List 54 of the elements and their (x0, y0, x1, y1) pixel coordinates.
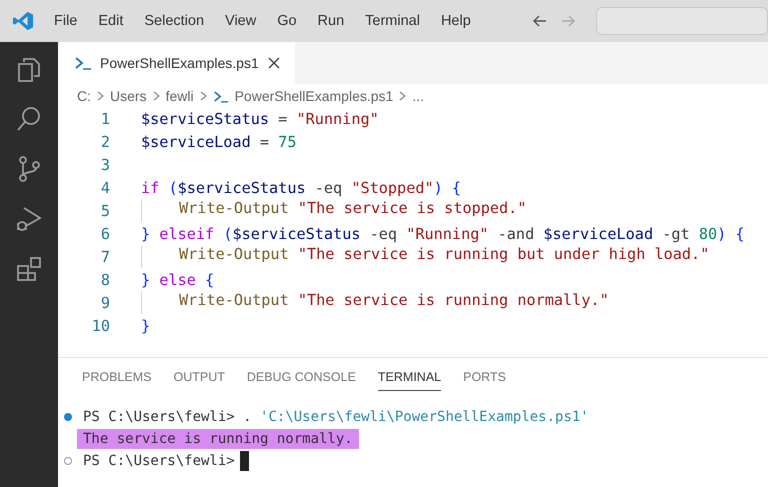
breadcrumb[interactable]: Users (110, 88, 147, 104)
terminal-output: The service is running normally. (77, 429, 359, 449)
line-number: 3 (100, 156, 110, 174)
panel-tab[interactable]: DEBUG CONSOLE (246, 370, 356, 391)
line-number: 8 (100, 270, 110, 288)
terminal-prompt-icon (74, 56, 92, 70)
breadcrumb[interactable]: ... (412, 88, 424, 104)
menu-item[interactable]: View (225, 13, 256, 29)
search-field[interactable] (596, 7, 768, 35)
app-logo-icon (12, 10, 34, 32)
line-number: 6 (100, 224, 110, 242)
line-number: 4 (100, 178, 110, 196)
panel-tab[interactable]: PROBLEMS (82, 370, 152, 391)
code-line: $serviceStatus = "Running" (141, 110, 379, 128)
code-line: } elseif ($serviceStatus -eq "Running" -and $serviceLoad -gt 80) { (141, 224, 745, 242)
line-number: 5 (100, 202, 110, 220)
chevron-icon (200, 91, 207, 101)
menu-item[interactable]: Run (318, 13, 344, 29)
line-number: 10 (90, 316, 110, 334)
code-line: if ($serviceStatus -eq "Stopped") { (141, 178, 462, 196)
menu-item[interactable]: File (54, 13, 78, 29)
chevron-icon (399, 91, 406, 101)
code-line: Write-Output "The service is stopped." (179, 199, 526, 219)
panel-tab[interactable]: PORTS (463, 370, 506, 391)
terminal-command: . (242, 409, 253, 425)
menu-item[interactable]: Terminal (365, 13, 420, 29)
back-arrow-icon[interactable] (532, 13, 548, 29)
line-number: 7 (100, 248, 110, 266)
line-number: 9 (100, 294, 110, 312)
terminal-prompt: PS C:\Users\fewli> (83, 409, 235, 425)
code-line: } else { (141, 270, 214, 288)
menu-item[interactable]: Go (277, 13, 297, 29)
terminal-prompt: PS C:\Users\fewli> (83, 453, 235, 469)
menu-item[interactable]: Selection (144, 13, 204, 29)
breadcrumb[interactable]: PowerShellExamples.ps1 (234, 88, 394, 104)
editor-tab[interactable]: PowerShellExamples.ps1 (58, 42, 295, 84)
line-number: 2 (100, 132, 110, 150)
code-line: Write-Output "The service is running but under high load." (179, 245, 710, 265)
code-line: } (141, 316, 150, 334)
terminal-prompt-icon (212, 90, 229, 102)
close-icon[interactable] (266, 56, 281, 70)
panel-tab[interactable]: TERMINAL (378, 370, 442, 391)
chevron-icon (152, 91, 160, 101)
breadcrumb[interactable]: fewli (166, 88, 194, 104)
line-number: 1 (100, 110, 110, 128)
panel-tab[interactable]: OUTPUT (173, 370, 225, 391)
menu-item[interactable]: Edit (98, 13, 124, 29)
code-line: Write-Output "The service is running normally." (179, 291, 609, 311)
menu-item[interactable]: Help (440, 13, 471, 29)
extensions-icon[interactable] (14, 254, 44, 284)
breadcrumb[interactable]: C: (77, 88, 91, 104)
terminal-argument: 'C:\Users\fewli\PowerShellExamples.ps1' (260, 409, 589, 425)
chevron-icon (97, 91, 104, 101)
code-line: $serviceLoad = 75 (141, 132, 296, 150)
